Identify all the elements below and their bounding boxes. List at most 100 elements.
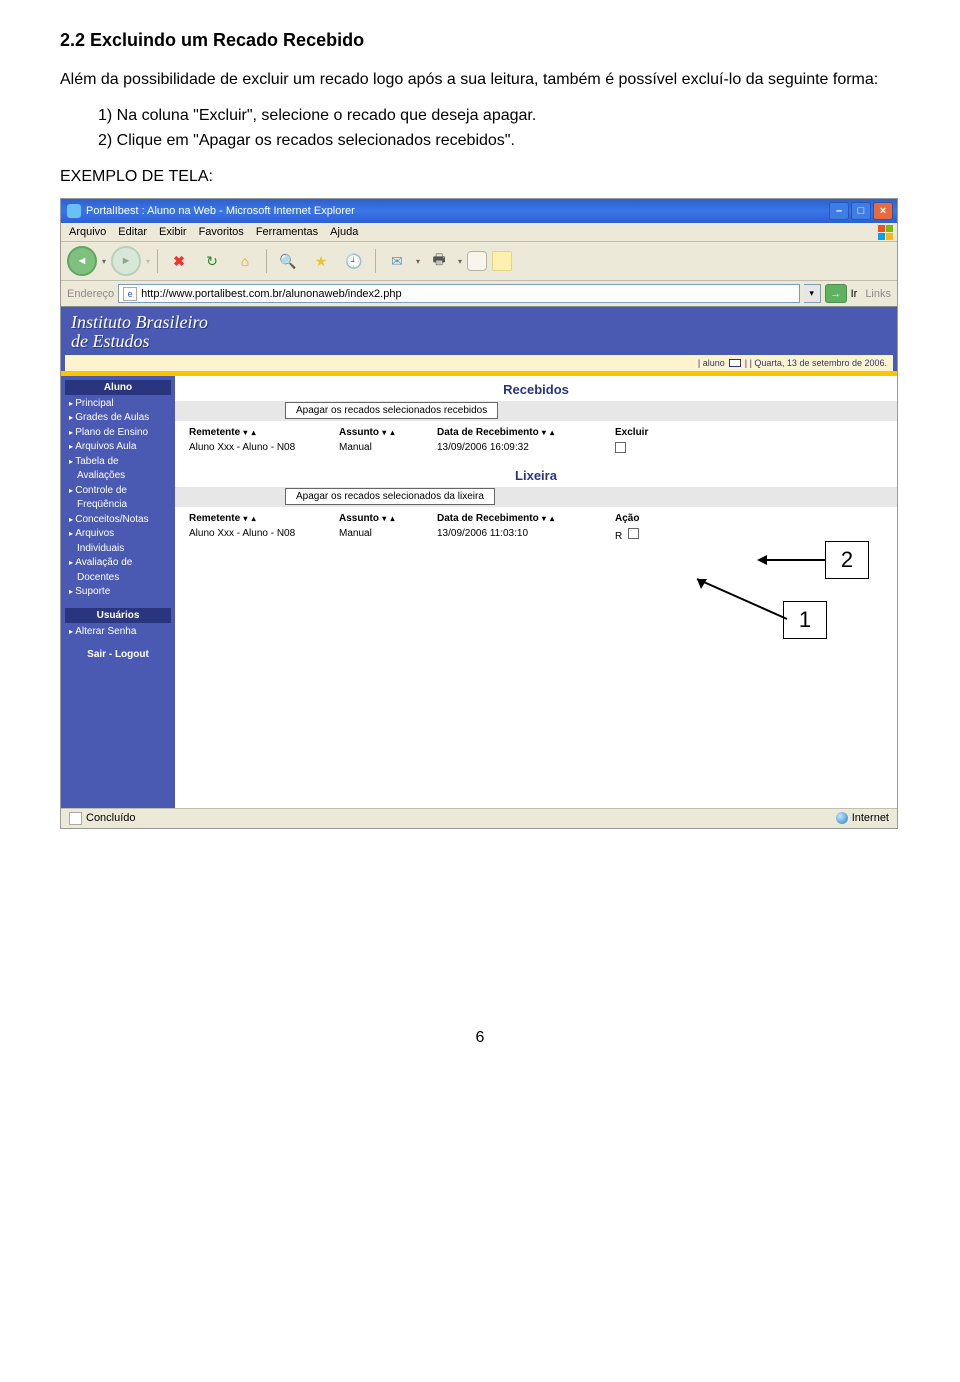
menu-arquivo[interactable]: Arquivo <box>69 226 106 238</box>
sidebar-item-individuais[interactable]: Individuais <box>65 542 171 557</box>
header-date: | | Quarta, 13 de setembro de 2006. <box>745 358 887 368</box>
lixeira-title: Lixeira <box>175 462 897 487</box>
sidebar-item-avaliacao[interactable]: Avaliação de <box>65 556 171 571</box>
print-button[interactable]: 🖶 <box>425 248 453 274</box>
maximize-button[interactable]: □ <box>851 202 871 220</box>
history-icon: 🕘 <box>345 253 362 270</box>
ie-logo-icon <box>67 204 81 218</box>
sort-icon[interactable]: ▾ ▴ <box>379 514 395 523</box>
address-drop-icon[interactable]: ▾ <box>804 284 821 303</box>
home-button[interactable]: ⌂ <box>231 248 259 274</box>
status-page-icon <box>69 812 82 825</box>
recebidos-row: Aluno Xxx - Aluno - N08 Manual 13/09/200… <box>175 440 897 462</box>
refresh-button[interactable]: ↻ <box>198 248 226 274</box>
menu-exibir[interactable]: Exibir <box>159 226 187 238</box>
toolbar-divider <box>157 249 158 273</box>
apagar-recebidos-button[interactable]: Apagar os recados selecionados recebidos <box>285 402 498 419</box>
lixeira-row: Aluno Xxx - Aluno - N08 Manual 13/09/200… <box>175 526 897 548</box>
close-button[interactable]: × <box>873 202 893 220</box>
envelope-icon[interactable] <box>729 359 741 367</box>
intro-text: Além da possibilidade de excluir um reca… <box>60 69 900 91</box>
history-button[interactable]: 🕘 <box>340 248 368 274</box>
globe-icon <box>836 812 848 824</box>
sidebar-item-plano[interactable]: Plano de Ensino <box>65 426 171 441</box>
sidebar-item-arquivos[interactable]: Arquivos <box>65 527 171 542</box>
status-zone: Internet <box>852 812 889 824</box>
col-excluir: Excluir <box>615 427 648 438</box>
cell-data: 13/09/2006 11:03:10 <box>437 528 615 542</box>
sort-icon[interactable]: ▾ ▴ <box>379 428 395 437</box>
favorites-button[interactable]: ★ <box>307 248 335 274</box>
address-label: Endereço <box>67 288 114 300</box>
menu-ajuda[interactable]: Ajuda <box>330 226 358 238</box>
back-button[interactable]: ◄ <box>67 246 97 276</box>
app-area: Instituto Brasileiro de Estudos | aluno … <box>61 307 897 808</box>
col-data[interactable]: Data de Recebimento <box>437 513 539 524</box>
stop-button[interactable]: ✖ <box>165 248 193 274</box>
cell-acao[interactable]: R <box>615 531 622 542</box>
section-title: 2.2 Excluindo um Recado Recebido <box>60 30 900 51</box>
sidebar: Aluno Principal Grades de Aulas Plano de… <box>61 376 175 808</box>
sidebar-item-tabela[interactable]: Tabela de <box>65 455 171 470</box>
go-button[interactable]: → <box>825 284 847 303</box>
sidebar-item-docentes[interactable]: Docentes <box>65 571 171 586</box>
cell-data: 13/09/2006 16:09:32 <box>437 442 615 456</box>
sidebar-head-usuarios: Usuários <box>65 608 171 623</box>
ie-addressbar: Endereço e http://www.portalibest.com.br… <box>61 281 897 307</box>
print-drop-icon[interactable]: ▾ <box>458 257 462 266</box>
search-icon: 🔍 <box>279 253 296 270</box>
menu-favoritos[interactable]: Favoritos <box>199 226 244 238</box>
app-logo: Instituto Brasileiro de Estudos <box>65 311 214 353</box>
mail-drop-icon[interactable]: ▾ <box>416 257 420 266</box>
sidebar-item-avaliacoes[interactable]: Avaliações <box>65 469 171 484</box>
menu-ferramentas[interactable]: Ferramentas <box>256 226 318 238</box>
sort-icon[interactable]: ▾ ▴ <box>539 428 555 437</box>
ie-menubar: Arquivo Editar Exibir Favoritos Ferramen… <box>61 223 897 242</box>
menu-editar[interactable]: Editar <box>118 226 147 238</box>
col-assunto[interactable]: Assunto <box>339 427 379 438</box>
sort-icon[interactable]: ▾ ▴ <box>240 514 256 523</box>
sidebar-item-controle[interactable]: Controle de <box>65 484 171 499</box>
col-assunto[interactable]: Assunto <box>339 513 379 524</box>
example-label: EXEMPLO DE TELA: <box>60 168 900 186</box>
extra-button[interactable] <box>492 251 512 271</box>
sidebar-item-conceitos[interactable]: Conceitos/Notas <box>65 513 171 528</box>
header-strip: | aluno | | Quarta, 13 de setembro de 20… <box>65 355 893 371</box>
lixeira-action-row: Apagar os recados selecionados da lixeir… <box>175 487 897 507</box>
fwd-drop-icon[interactable]: ▾ <box>146 257 150 266</box>
mail-button[interactable]: ✉ <box>383 248 411 274</box>
forward-button[interactable]: ► <box>111 246 141 276</box>
back-drop-icon[interactable]: ▾ <box>102 257 106 266</box>
recebidos-table-head: Remetente ▾ ▴ Assunto ▾ ▴ Data de Recebi… <box>175 421 897 440</box>
sidebar-item-frequencia[interactable]: Freqüência <box>65 498 171 513</box>
sidebar-item-arquivos-aula[interactable]: Arquivos Aula <box>65 440 171 455</box>
recebidos-action-row: Apagar os recados selecionados recebidos <box>175 401 897 421</box>
links-label[interactable]: Links <box>865 288 891 300</box>
sort-icon[interactable]: ▾ ▴ <box>240 428 256 437</box>
edit-button[interactable] <box>467 251 487 271</box>
col-remetente[interactable]: Remetente <box>189 513 240 524</box>
sidebar-item-suporte[interactable]: Suporte <box>65 585 171 600</box>
header-user: | aluno <box>698 358 725 368</box>
sidebar-item-principal[interactable]: Principal <box>65 397 171 412</box>
step-1: 1) Na coluna "Excluir", selecione o reca… <box>98 105 900 127</box>
sort-icon[interactable]: ▾ ▴ <box>539 514 555 523</box>
col-acao: Ação <box>615 513 639 524</box>
lixeira-checkbox[interactable] <box>628 528 639 539</box>
ie-titlebar: PortalIbest : Aluno na Web - Microsoft I… <box>61 199 897 223</box>
address-input[interactable]: e http://www.portalibest.com.br/alunonaw… <box>118 284 799 303</box>
sidebar-item-alterar-senha[interactable]: Alterar Senha <box>65 625 171 640</box>
col-remetente[interactable]: Remetente <box>189 427 240 438</box>
search-button[interactable]: 🔍 <box>274 248 302 274</box>
mail-icon: ✉ <box>391 253 403 270</box>
refresh-icon: ↻ <box>206 253 218 270</box>
minimize-button[interactable]: – <box>829 202 849 220</box>
logo-line-1: Instituto Brasileiro <box>71 313 208 332</box>
col-data[interactable]: Data de Recebimento <box>437 427 539 438</box>
home-icon: ⌂ <box>241 253 249 269</box>
logo-line-2: de Estudos <box>71 332 208 351</box>
apagar-lixeira-button[interactable]: Apagar os recados selecionados da lixeir… <box>285 488 495 505</box>
sidebar-item-grades[interactable]: Grades de Aulas <box>65 411 171 426</box>
excluir-checkbox[interactable] <box>615 442 626 453</box>
sidebar-logout[interactable]: Sair - Logout <box>65 649 171 660</box>
